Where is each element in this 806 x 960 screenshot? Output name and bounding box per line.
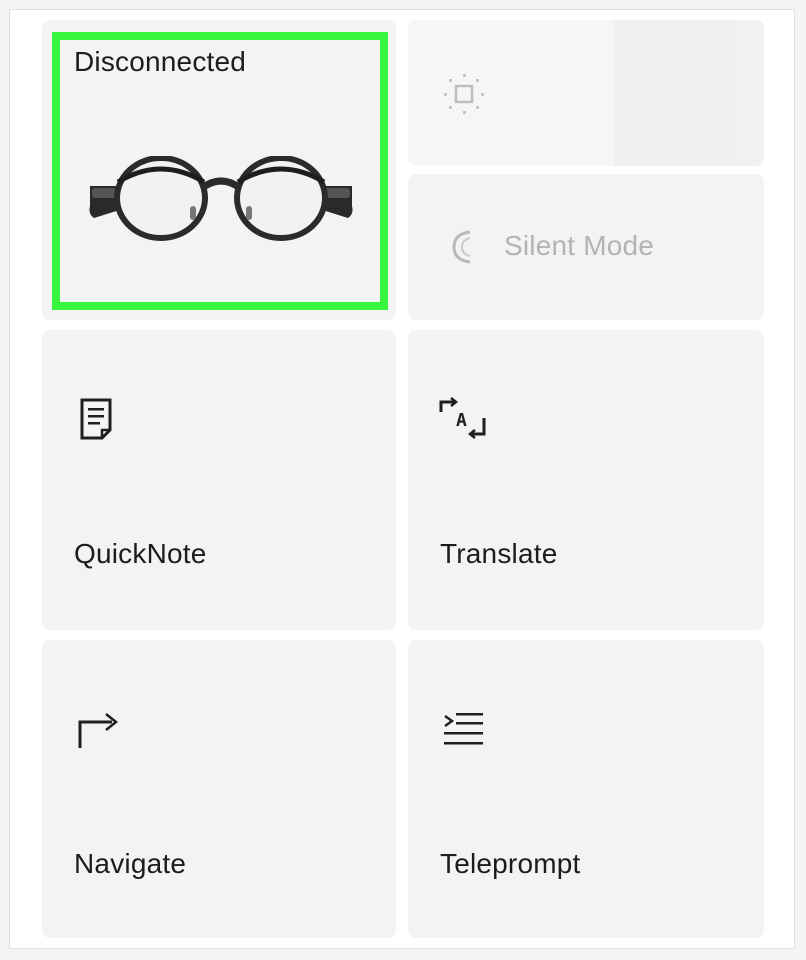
device-status: Disconnected xyxy=(74,46,247,77)
translate-icon: A xyxy=(439,397,486,439)
silent-mode-label: Silent Mode xyxy=(504,230,655,261)
quicknote-tile[interactable] xyxy=(42,330,396,630)
navigate-tile[interactable] xyxy=(42,640,396,938)
translate-label: Translate xyxy=(440,538,558,569)
brightness-icon xyxy=(444,74,484,114)
teleprompt-icon xyxy=(444,713,483,745)
navigate-label: Navigate xyxy=(74,848,187,879)
teleprompt-tile[interactable] xyxy=(408,640,764,938)
navigate-arrow-icon xyxy=(78,713,119,748)
svg-text:A: A xyxy=(456,410,467,431)
quicknote-label: QuickNote xyxy=(74,538,207,569)
translate-tile[interactable] xyxy=(408,330,764,630)
dashboard-panel: Disconnected Silent Mode QuickNote A Tra… xyxy=(10,10,794,948)
glasses-image xyxy=(89,156,353,241)
moon-icon xyxy=(452,230,471,264)
note-icon xyxy=(80,398,112,440)
teleprompt-label: Teleprompt xyxy=(440,848,581,879)
